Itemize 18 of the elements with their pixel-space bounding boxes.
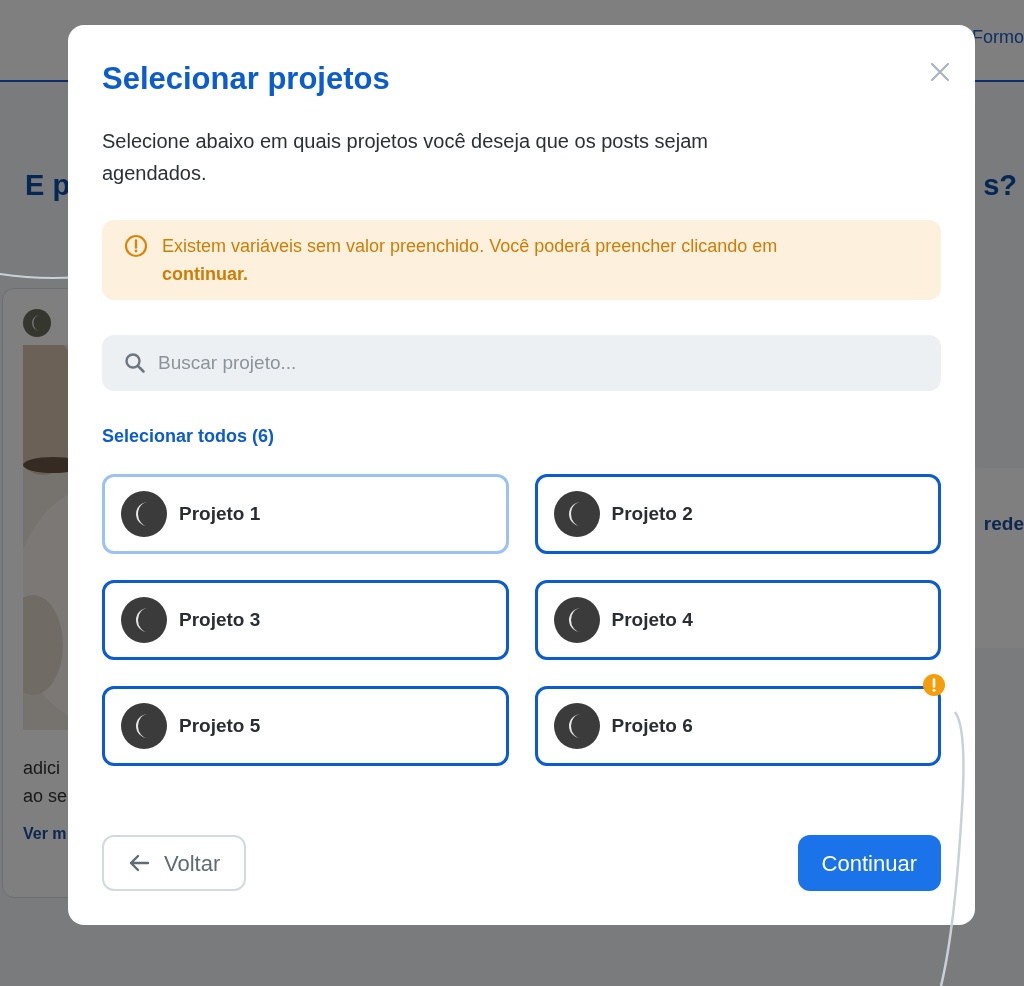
post-text: adici <box>23 756 62 780</box>
project-card[interactable]: Projeto 3 <box>102 580 509 660</box>
project-card[interactable]: Projeto 1 <box>102 474 509 554</box>
project-card[interactable]: Projeto 5 <box>102 686 509 766</box>
post-text: ao se <box>23 784 68 808</box>
back-button[interactable]: Voltar <box>102 835 247 891</box>
alert-message: Existem variáveis sem valor preenchido. Você poderá preencher clicando em continuar. <box>162 235 779 286</box>
page-heading: s? <box>983 168 1017 203</box>
side-text: rede <box>983 511 1024 536</box>
dialog-description: Selecione abaixo em quais projetos você deseja que os posts sejam agendados. <box>102 129 709 186</box>
project-card[interactable]: Projeto 6 <box>534 686 941 766</box>
read-more-link[interactable]: Ver m <box>23 821 68 846</box>
select-all-link[interactable]: Selecionar todos (6) <box>102 423 275 450</box>
search-field[interactable]: Buscar projeto... <box>102 335 941 391</box>
continue-button[interactable]: Continuar <box>797 835 941 891</box>
dialog-title: Selecionar projetos <box>102 60 390 98</box>
project-card[interactable]: Projeto 2 <box>534 474 941 554</box>
project-card[interactable]: Projeto 4 <box>534 580 941 660</box>
